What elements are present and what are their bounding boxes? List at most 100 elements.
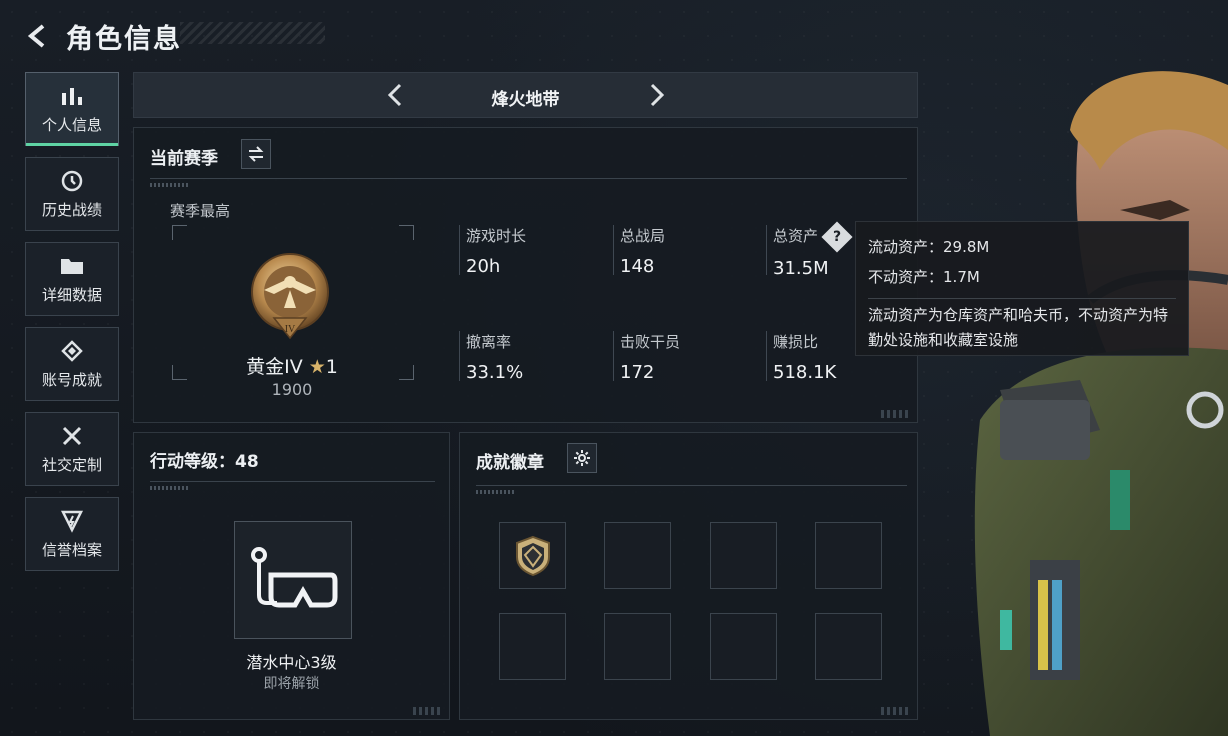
sidebar-item-social-custom[interactable]: 社交定制 [25, 412, 119, 486]
badge-slot-3[interactable] [710, 522, 777, 589]
divider [476, 485, 907, 486]
liquid-assets-label: 流动资产： [868, 238, 944, 256]
badge-settings-button[interactable] [567, 443, 597, 473]
help-icon[interactable]: ? [821, 220, 853, 253]
stat-label: 赚损比 [773, 333, 819, 351]
back-button[interactable] [22, 20, 54, 52]
divider-tag [150, 486, 190, 490]
diving-goggles-icon [251, 547, 338, 608]
tooltip-note: 流动资产为仓库资产和哈夫币，不动资产为特勤处设施和收藏室设施 [868, 306, 1169, 349]
sidebar-item-label: 详细数据 [41, 285, 102, 304]
stat-value: 20h [466, 256, 501, 277]
badge-slot-8[interactable] [815, 613, 882, 680]
top-bar: 角色信息 [22, 14, 182, 58]
sidebar-item-personal-info[interactable]: 个人信息 [25, 72, 119, 146]
divider-tag [150, 183, 190, 187]
liquid-assets-line: 流动资产：29.8M [868, 232, 1176, 262]
panel-corner-decoration [413, 707, 443, 715]
sidebar: 个人信息 历史战绩 详细数据 账号成就 社交定制 信誉档案 [25, 72, 121, 582]
badge-slot-2[interactable] [604, 522, 671, 589]
action-level-panel: 行动等级：48 潜水中心3级 即将解锁 [133, 432, 450, 720]
badge-slot-6[interactable] [604, 613, 671, 680]
stat-label: 撤离率 [466, 333, 512, 351]
rank-stars: 1 [325, 356, 338, 378]
badge-slot-5[interactable] [499, 613, 566, 680]
sidebar-item-detailed-data[interactable]: 详细数据 [25, 242, 119, 316]
credit-shield-icon [59, 509, 85, 533]
gear-icon [574, 450, 590, 466]
sidebar-item-label: 账号成就 [41, 370, 102, 389]
character-portrait [974, 71, 1228, 736]
diving-center-status: 即将解锁 [263, 676, 320, 692]
sidebar-item-label: 信誉档案 [41, 540, 102, 559]
assets-tooltip: 流动资产：29.8M 不动资产：1.7M 流动资产为仓库资产和哈夫币，不动资产为… [855, 221, 1189, 356]
diving-center-name: 潜水中心3级 [246, 653, 337, 672]
stat-value: 518.1K [773, 362, 837, 383]
frame-corner [399, 225, 414, 240]
badge-slot-7[interactable] [710, 613, 777, 680]
switch-season-button[interactable] [241, 139, 271, 169]
badges-header: 成就徽章 [476, 453, 544, 473]
swap-icon [248, 146, 264, 162]
page-title: 角色信息 [66, 23, 182, 55]
fixed-assets-value: 1.7M [943, 268, 980, 286]
season-header: 当前赛季 [150, 149, 218, 169]
action-level-header: 行动等级：48 [150, 447, 259, 472]
badge-slot-4[interactable] [815, 522, 882, 589]
stat-total-assets: 总资产? 31.5M [766, 220, 853, 279]
season-panel: 当前赛季 赛季最高 IV 黄金IV ★1 1900 游戏时长 20h 总战局 1… [133, 127, 918, 423]
stat-label-text: 总资产 [773, 227, 819, 245]
rank-label: 黄金IV ★1 [172, 352, 412, 379]
title-decoration [180, 22, 325, 44]
svg-text:IV: IV [285, 324, 296, 335]
divider-tag [476, 490, 516, 494]
tooltip-divider [868, 298, 1176, 299]
gold-rank-badge-icon: IV [251, 253, 329, 340]
sidebar-item-label: 社交定制 [41, 455, 102, 474]
achievement-icon [59, 339, 85, 363]
stat-value: 33.1% [466, 362, 524, 383]
achievement-badges-panel: 成就徽章 [459, 432, 918, 720]
history-clock-icon [59, 169, 85, 193]
rank-score: 1900 [271, 380, 313, 399]
back-arrow-icon [27, 24, 45, 48]
star-icon: ★ [308, 356, 326, 378]
stat-operators-killed: 击败干员 172 [613, 331, 681, 383]
sidebar-item-label: 个人信息 [41, 115, 102, 134]
season-best-label: 赛季最高 [170, 202, 231, 220]
stat-play-time: 游戏时长 20h [459, 225, 527, 277]
badge-slot-1[interactable] [499, 522, 566, 589]
mode-name: 烽火地带 [491, 90, 560, 110]
sidebar-item-achievements[interactable]: 账号成就 [25, 327, 119, 401]
stat-label: 击败干员 [620, 333, 681, 351]
diving-center-card[interactable] [234, 521, 352, 639]
mode-selector: 烽火地带 [133, 72, 918, 118]
stat-label: 游戏时长 [466, 227, 527, 245]
fixed-assets-label: 不动资产： [868, 268, 944, 286]
sidebar-item-credit-record[interactable]: 信誉档案 [25, 497, 119, 571]
next-mode-arrow-icon[interactable] [642, 81, 670, 109]
panel-corner-decoration [881, 410, 911, 418]
bar-chart-icon [59, 84, 85, 108]
stat-extract-rate: 撤离率 33.1% [459, 331, 524, 383]
action-level-label: 行动等级： [150, 452, 235, 472]
panel-corner-decoration [881, 707, 911, 715]
rank-name: 黄金IV [246, 356, 303, 378]
folder-icon [59, 254, 85, 278]
stat-profit-ratio: 赚损比 518.1K [766, 331, 837, 383]
sidebar-item-label: 历史战绩 [41, 200, 102, 219]
stat-label: 总资产? [773, 220, 853, 253]
stat-value: 148 [620, 256, 655, 277]
frame-corner [172, 225, 187, 240]
sidebar-item-match-history[interactable]: 历史战绩 [25, 157, 119, 231]
divider [150, 178, 907, 179]
shield-badge-icon [516, 535, 550, 577]
tools-icon [59, 424, 85, 448]
stat-value: 172 [620, 362, 655, 383]
divider [150, 481, 435, 482]
stat-total-matches: 总战局 148 [613, 225, 666, 277]
fixed-assets-line: 不动资产：1.7M [868, 262, 1176, 292]
stat-label: 总战局 [620, 227, 666, 245]
stat-value: 31.5M [773, 257, 829, 279]
liquid-assets-value: 29.8M [943, 238, 990, 256]
